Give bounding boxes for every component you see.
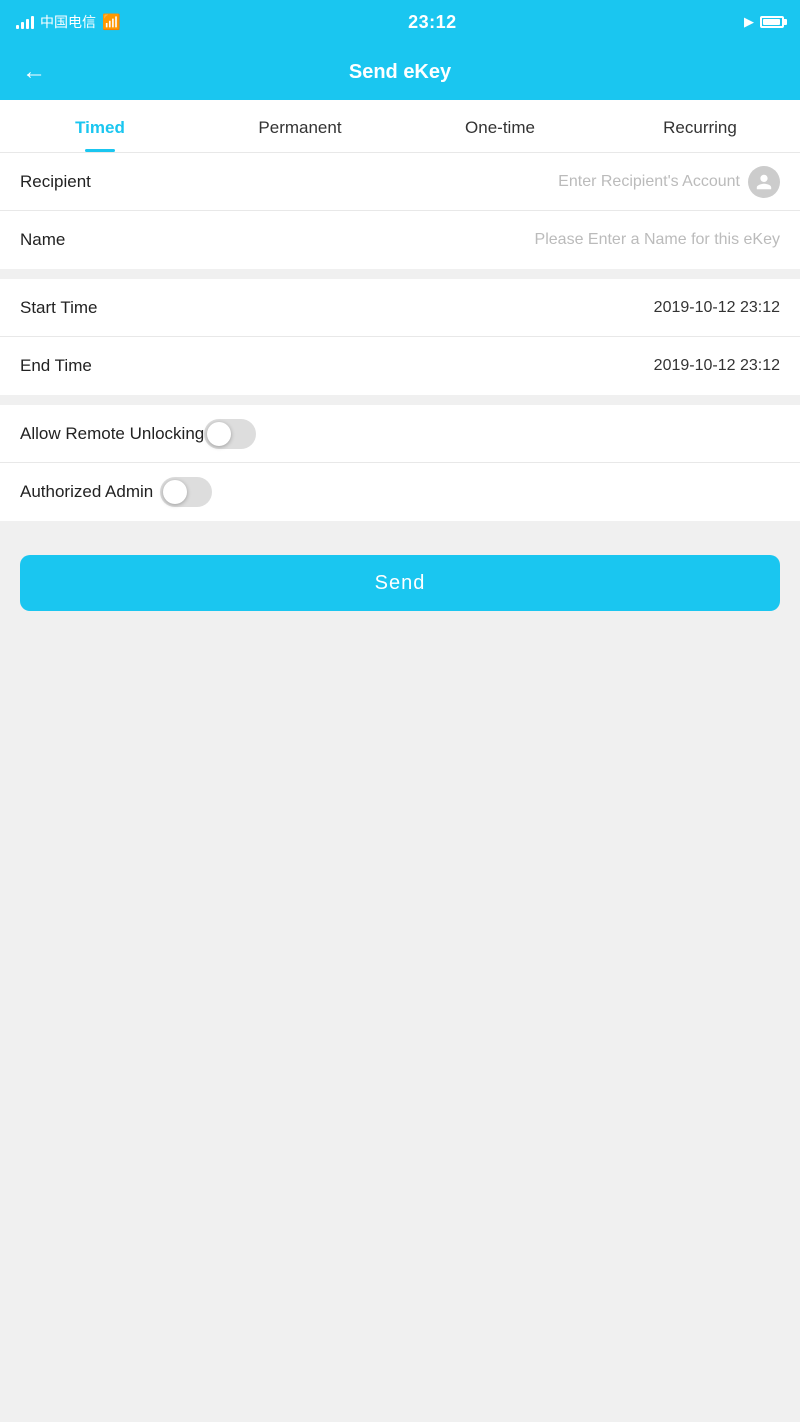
- back-button[interactable]: ←: [16, 54, 52, 90]
- empty-area: [0, 635, 800, 1035]
- end-time-value: 2019-10-12 23:12: [160, 357, 780, 375]
- tab-timed[interactable]: Timed: [0, 100, 200, 152]
- start-time-value: 2019-10-12 23:12: [160, 299, 780, 317]
- name-placeholder: Please Enter a Name for this eKey: [160, 231, 780, 249]
- allow-remote-toggle[interactable]: [204, 419, 256, 449]
- name-label: Name: [20, 230, 160, 250]
- start-time-row[interactable]: Start Time 2019-10-12 23:12: [0, 279, 800, 337]
- toggle-track-remote[interactable]: [204, 419, 256, 449]
- end-time-row[interactable]: End Time 2019-10-12 23:12: [0, 337, 800, 395]
- recipient-row: Recipient Enter Recipient's Account: [0, 153, 800, 211]
- recipient-placeholder: Enter Recipient's Account: [160, 173, 740, 191]
- recipient-section: Recipient Enter Recipient's Account Name…: [0, 153, 800, 269]
- tab-permanent[interactable]: Permanent: [200, 100, 400, 152]
- authorized-admin-label: Authorized Admin: [20, 482, 160, 502]
- signal-icon: [16, 15, 34, 29]
- authorized-admin-toggle[interactable]: [160, 477, 212, 507]
- wifi-icon: 📶: [102, 13, 121, 31]
- tab-recurring[interactable]: Recurring: [600, 100, 800, 152]
- authorized-admin-row: Authorized Admin: [0, 463, 800, 521]
- status-left: 中国电信 📶: [16, 12, 121, 32]
- recipient-label: Recipient: [20, 172, 160, 192]
- name-row: Name Please Enter a Name for this eKey: [0, 211, 800, 269]
- page-title: Send eKey: [349, 61, 451, 84]
- battery-icon: [760, 16, 784, 28]
- toggles-section: Allow Remote Unlocking Authorized Admin: [0, 405, 800, 521]
- start-time-label: Start Time: [20, 298, 160, 318]
- send-button[interactable]: Send: [20, 555, 780, 611]
- send-section: Send: [0, 531, 800, 635]
- tab-one-time[interactable]: One-time: [400, 100, 600, 152]
- toggle-track-admin[interactable]: [160, 477, 212, 507]
- status-bar: 中国电信 📶 23:12 ▶: [0, 0, 800, 44]
- end-time-label: End Time: [20, 356, 160, 376]
- toggle-thumb-admin: [163, 480, 187, 504]
- allow-remote-row: Allow Remote Unlocking: [0, 405, 800, 463]
- allow-remote-label: Allow Remote Unlocking: [20, 424, 204, 444]
- status-right: ▶: [744, 14, 784, 30]
- status-time: 23:12: [408, 12, 457, 33]
- tabs-bar: Timed Permanent One-time Recurring: [0, 100, 800, 153]
- contact-picker-icon[interactable]: [748, 166, 780, 198]
- location-icon: ▶: [744, 14, 754, 30]
- carrier-label: 中国电信: [40, 12, 96, 32]
- time-section: Start Time 2019-10-12 23:12 End Time 201…: [0, 279, 800, 395]
- header: ← Send eKey: [0, 44, 800, 100]
- toggle-thumb-remote: [207, 422, 231, 446]
